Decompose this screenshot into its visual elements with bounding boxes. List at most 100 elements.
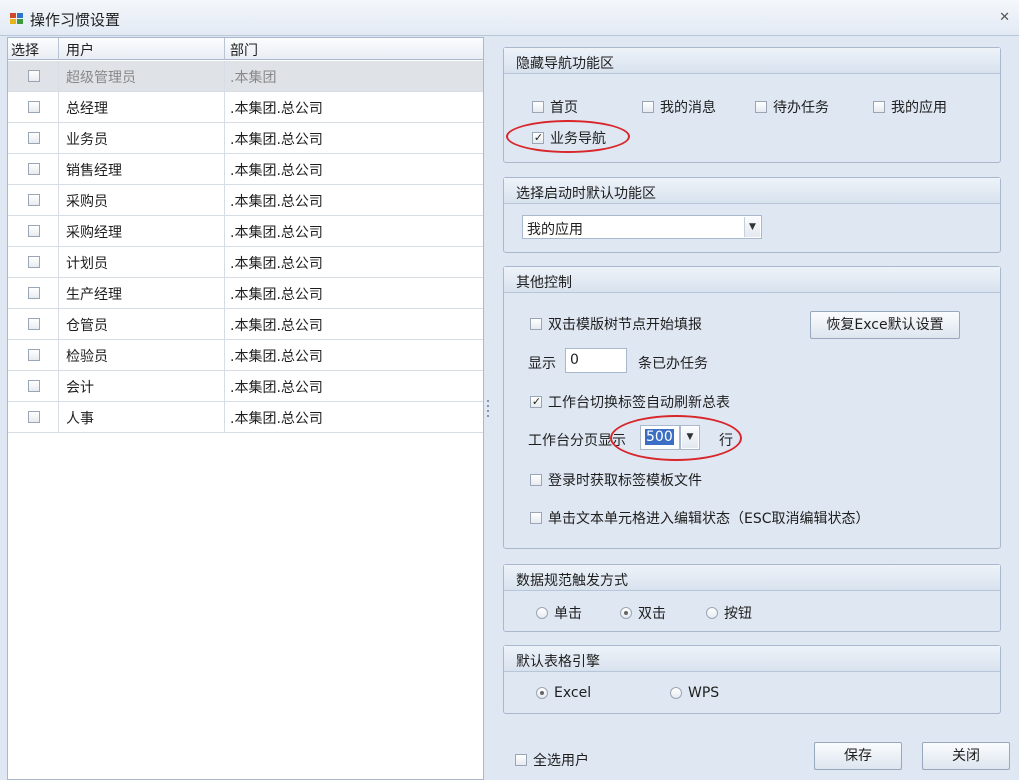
checkbox-icon [873, 101, 885, 113]
checkbox-checked-icon [530, 396, 542, 408]
user-cell: 会计 [66, 380, 94, 396]
row-checkbox[interactable] [28, 287, 40, 299]
checkbox-icon [532, 101, 544, 113]
column-header-dept[interactable]: 部门 [230, 40, 258, 60]
splitter-handle[interactable] [487, 400, 490, 422]
row-checkbox[interactable] [28, 256, 40, 268]
table-row[interactable]: 会计 .本集团.总公司 [8, 371, 483, 402]
user-cell: 采购经理 [66, 225, 122, 241]
row-checkbox[interactable] [28, 380, 40, 392]
dept-cell: .本集团.总公司 [230, 163, 323, 179]
trigger-caption: 数据规范触发方式 [504, 565, 1000, 591]
user-cell: 仓管员 [66, 318, 108, 334]
checkbox-icon [642, 101, 654, 113]
user-cell: 业务员 [66, 132, 108, 148]
title-bar: 操作习惯设置 ✕ [0, 0, 1019, 36]
radio-icon [670, 687, 682, 699]
close-icon[interactable]: ✕ [999, 10, 1010, 25]
user-cell: 人事 [66, 411, 94, 427]
show-label: 显示 [528, 356, 556, 372]
row-checkbox[interactable] [28, 349, 40, 361]
startup-selected-value: 我的应用 [527, 222, 583, 238]
restore-excel-defaults-button[interactable]: 恢复Exce默认设置 [810, 311, 960, 339]
table-row[interactable]: 销售经理 .本集团.总公司 [8, 154, 483, 185]
row-checkbox[interactable] [28, 318, 40, 330]
login-fetch-template-checkbox[interactable]: 登录时获取标签模板文件 [530, 470, 702, 490]
checkbox-icon [530, 318, 542, 330]
show-suffix: 条已办任务 [638, 356, 708, 372]
hide-nav-group: 隐藏导航功能区 首页 我的消息 待办任务 我的应用 业务导航 [503, 47, 1001, 163]
checkbox-icon [515, 754, 527, 766]
dept-cell: .本集团.总公司 [230, 349, 323, 365]
radio-selected-icon [536, 687, 548, 699]
save-button[interactable]: 保存 [814, 742, 902, 770]
close-button[interactable]: 关闭 [922, 742, 1010, 770]
dept-cell: .本集团.总公司 [230, 256, 323, 272]
app-icon [10, 13, 23, 24]
dept-cell: .本集团.总公司 [230, 380, 323, 396]
startup-group: 选择启动时默认功能区 我的应用 ▼ [503, 177, 1001, 253]
engine-wps-radio[interactable]: WPS [670, 685, 719, 701]
row-checkbox[interactable] [28, 225, 40, 237]
trigger-button-radio[interactable]: 按钮 [706, 603, 752, 623]
row-checkbox[interactable] [28, 411, 40, 423]
table-row[interactable]: 采购经理 .本集团.总公司 [8, 216, 483, 247]
dept-cell: .本集团.总公司 [230, 411, 323, 427]
radio-icon [536, 607, 548, 619]
show-count-input[interactable]: 0 [565, 348, 627, 373]
radio-icon [706, 607, 718, 619]
trigger-single-click-radio[interactable]: 单击 [536, 603, 582, 623]
user-cell: 计划员 [66, 256, 108, 272]
row-checkbox[interactable] [28, 132, 40, 144]
dept-cell: .本集团.总公司 [230, 225, 323, 241]
dept-cell: .本集团.总公司 [230, 132, 323, 148]
row-checkbox[interactable] [28, 194, 40, 206]
single-click-edit-checkbox[interactable]: 单击文本单元格进入编辑状态（ESC取消编辑状态） [530, 508, 870, 528]
user-grid: 选择 用户 部门 超级管理员 .本集团 总经理 .本集团.总公司 业务员 .本集团.总公司… [7, 37, 484, 780]
table-row[interactable]: 检验员 .本集团.总公司 [8, 340, 483, 371]
row-checkbox[interactable] [28, 70, 40, 82]
dept-cell: .本集团.总公司 [230, 318, 323, 334]
annotation-ring [610, 415, 742, 461]
settings-dialog: 操作习惯设置 ✕ 选择 用户 部门 超级管理员 .本集团 总经理 .本集团.总公司 业务… [0, 0, 1019, 780]
dept-cell: .本集团.总公司 [230, 287, 323, 303]
row-checkbox[interactable] [28, 101, 40, 113]
table-row[interactable]: 总经理 .本集团.总公司 [8, 92, 483, 123]
window-title: 操作习惯设置 [30, 11, 121, 29]
checkbox-icon [755, 101, 767, 113]
column-header-user[interactable]: 用户 [66, 40, 94, 60]
table-row[interactable]: 业务员 .本集团.总公司 [8, 123, 483, 154]
row-checkbox[interactable] [28, 163, 40, 175]
checkbox-icon [530, 512, 542, 524]
user-cell: 销售经理 [66, 163, 122, 179]
engine-group: 默认表格引擎 Excel WPS [503, 645, 1001, 714]
hide-nav-apps-checkbox[interactable]: 我的应用 [873, 97, 947, 117]
hide-nav-home-checkbox[interactable]: 首页 [532, 97, 578, 117]
engine-excel-radio[interactable]: Excel [536, 685, 591, 701]
dept-cell: .本集团 [230, 70, 277, 86]
hide-nav-caption: 隐藏导航功能区 [504, 48, 1000, 74]
other-control-caption: 其他控制 [504, 267, 1000, 293]
table-row[interactable]: 采购员 .本集团.总公司 [8, 185, 483, 216]
trigger-double-click-radio[interactable]: 双击 [620, 603, 666, 623]
user-cell: 检验员 [66, 349, 108, 365]
table-row[interactable]: 人事 .本集团.总公司 [8, 402, 483, 433]
startup-dropdown[interactable]: 我的应用 ▼ [522, 215, 762, 239]
select-all-users-checkbox[interactable]: 全选用户 [515, 750, 589, 770]
dblclick-template-checkbox[interactable]: 双击模版树节点开始填报 [530, 314, 702, 334]
table-row[interactable]: 生产经理 .本集团.总公司 [8, 278, 483, 309]
hide-nav-messages-checkbox[interactable]: 我的消息 [642, 97, 716, 117]
chevron-down-icon[interactable]: ▼ [744, 217, 760, 237]
table-row[interactable]: 超级管理员 .本集团 [8, 61, 483, 92]
grid-header: 选择 用户 部门 [8, 38, 483, 60]
auto-refresh-checkbox[interactable]: 工作台切换标签自动刷新总表 [530, 392, 730, 412]
hide-nav-todo-checkbox[interactable]: 待办任务 [755, 97, 829, 117]
table-row[interactable]: 计划员 .本集团.总公司 [8, 247, 483, 278]
user-cell: 生产经理 [66, 287, 122, 303]
column-header-select[interactable]: 选择 [11, 40, 39, 60]
engine-caption: 默认表格引擎 [504, 646, 1000, 672]
annotation-ring [506, 120, 630, 153]
user-cell: 总经理 [66, 101, 108, 117]
dept-cell: .本集团.总公司 [230, 101, 323, 117]
table-row[interactable]: 仓管员 .本集团.总公司 [8, 309, 483, 340]
